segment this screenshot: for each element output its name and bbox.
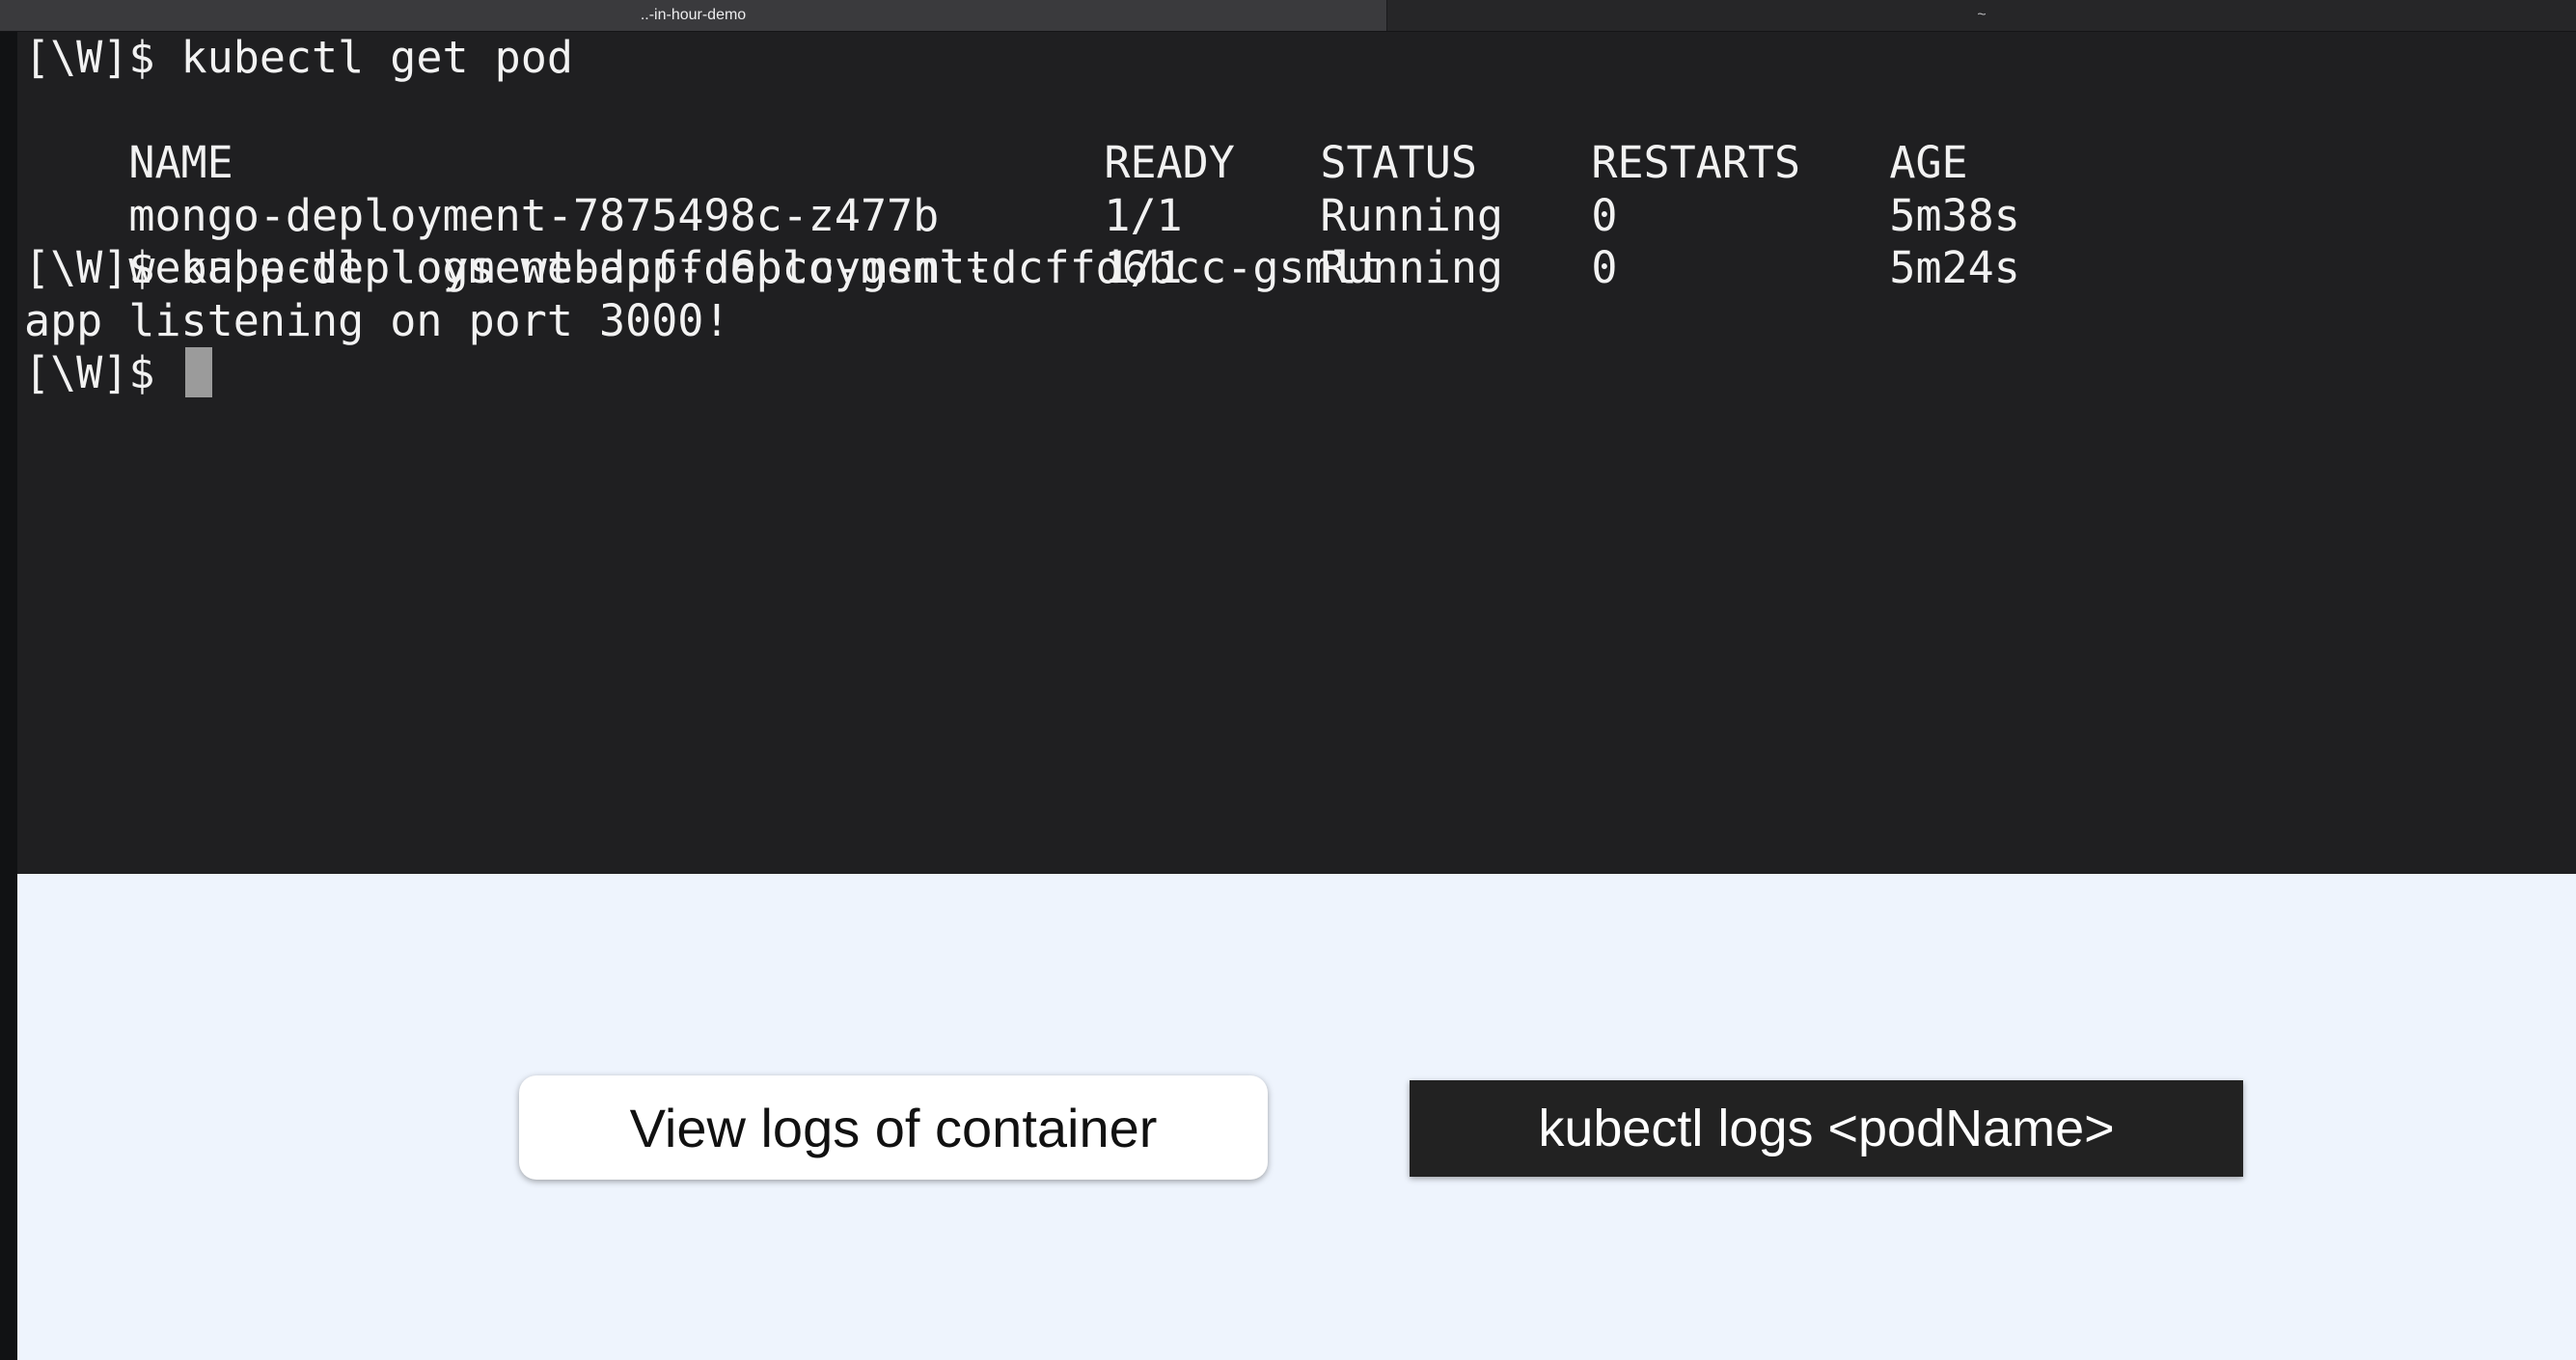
header-ready: READY: [1104, 137, 1235, 188]
pod-name: mongo-deployment-7875498c-z477b: [128, 189, 940, 241]
header-status: STATUS: [1320, 137, 1477, 188]
prompt-text: [\W]$: [24, 347, 181, 398]
terminal-output[interactable]: [\W]$ kubectl get pod NAME READY STATUS RES…: [17, 32, 2576, 874]
text-cursor: [184, 347, 212, 397]
concept-label: View logs of container: [519, 1075, 1268, 1180]
pod-table-header: NAME READY STATUS RESTARTS AGE: [24, 85, 2576, 188]
pod-age: 5m38s: [1889, 189, 2020, 241]
header-restarts: RESTARTS: [1591, 137, 1801, 188]
pod-age: 5m24s: [1889, 242, 2020, 293]
terminal-prompt-line[interactable]: [\W]$: [24, 347, 2576, 400]
header-age: AGE: [1889, 137, 1968, 188]
tab-home[interactable]: ~: [1387, 0, 2576, 31]
terminal-command-line: [\W]$ kubectl logs webapp-deployment-dcf…: [24, 242, 1384, 293]
tab-label: ~: [1977, 7, 1987, 23]
pod-restarts: 0: [1591, 242, 1618, 293]
terminal-output-line: app listening on port 3000!: [24, 294, 730, 346]
tab-demo[interactable]: ..-in-hour-demo: [0, 0, 1387, 31]
command-label: kubectl logs <podName>: [1410, 1080, 2243, 1177]
pod-status: Running: [1320, 189, 1504, 241]
terminal-tab-bar: ..-in-hour-demo ~: [0, 0, 2576, 32]
terminal-command-line: [\W]$ kubectl get pod: [24, 32, 573, 83]
header-name: NAME: [128, 137, 233, 188]
tab-label: ..-in-hour-demo: [640, 7, 747, 23]
window-left-edge: [0, 0, 17, 1360]
pod-restarts: 0: [1591, 189, 1618, 241]
slide-caption-panel: View logs of container kubectl logs <pod…: [17, 874, 2576, 1360]
pod-ready: 1/1: [1104, 189, 1183, 241]
